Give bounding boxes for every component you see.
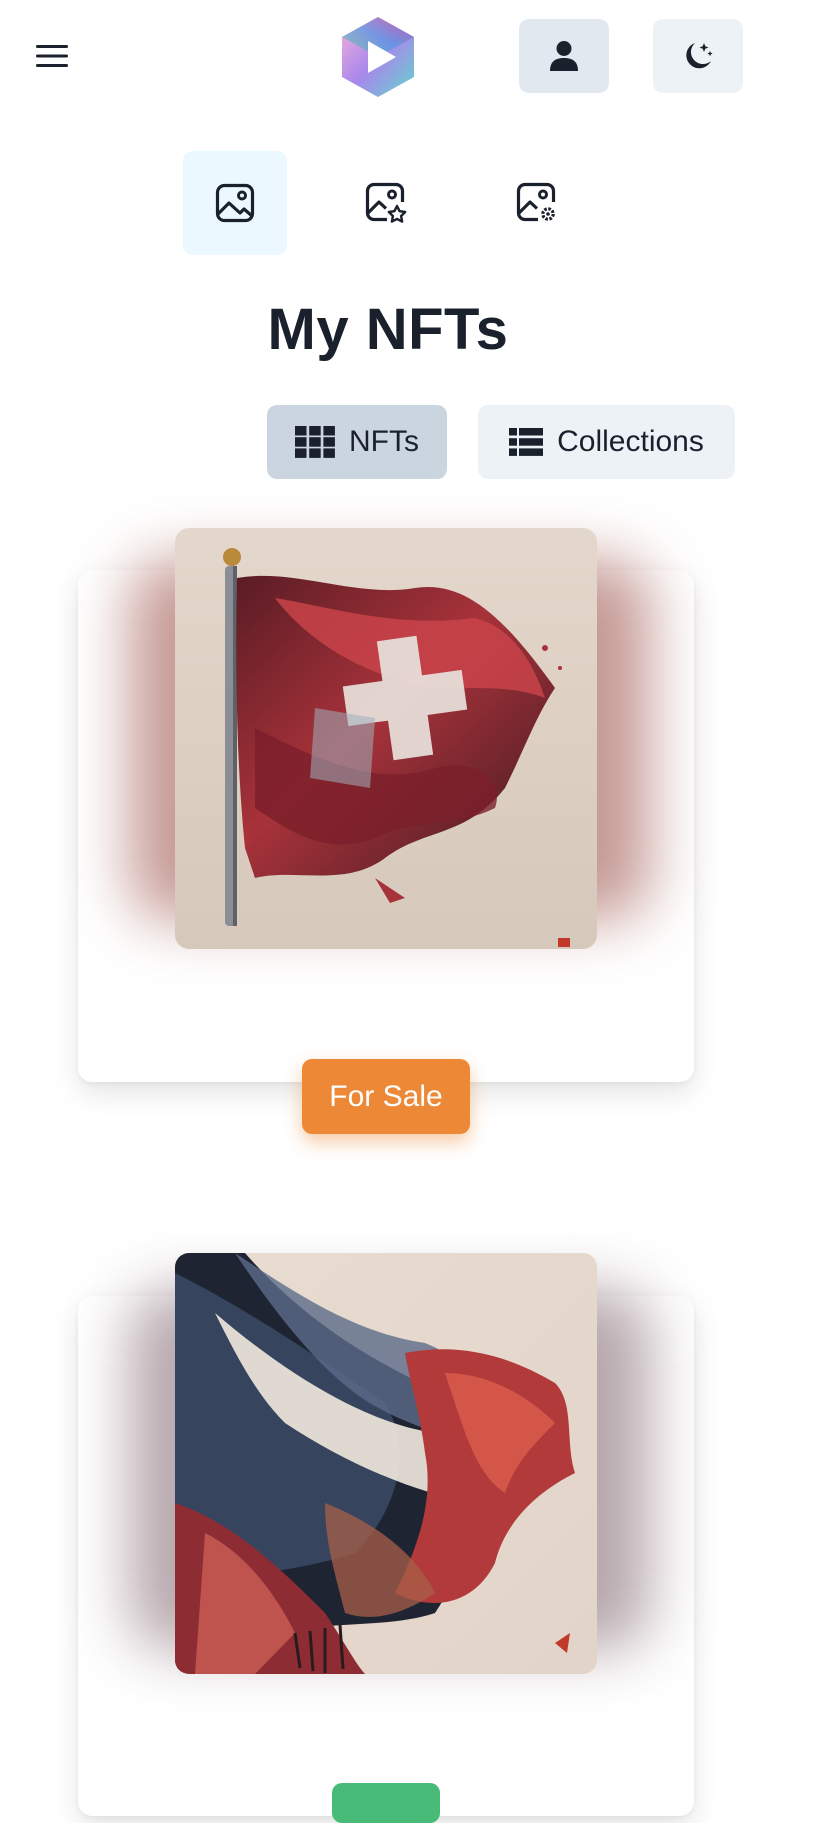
theme-toggle-button[interactable] [653, 19, 743, 93]
waving-flag-painting [175, 1253, 597, 1674]
for-sale-label: For Sale [329, 1079, 443, 1113]
for-sale-button[interactable]: For Sale [302, 1059, 470, 1134]
view-collections-label: Collections [557, 425, 704, 458]
view-nfts-button[interactable]: NFTs [267, 405, 447, 479]
grid-icon [295, 426, 335, 458]
nft-artwork-image[interactable] [175, 1253, 597, 1674]
page-title: My NFTs [267, 297, 509, 362]
hamburger-icon [36, 45, 68, 67]
app-logo[interactable] [338, 15, 418, 99]
moon-stars-icon [686, 43, 713, 69]
swiss-flag-painting [175, 528, 597, 949]
tab-manage-nfts[interactable] [485, 151, 589, 255]
tab-favorite-nfts[interactable] [334, 151, 438, 255]
user-profile-button[interactable] [519, 19, 609, 93]
list-icon [509, 428, 544, 456]
tab-my-nfts[interactable] [183, 151, 287, 255]
user-icon [550, 41, 578, 71]
play-cube-logo [342, 17, 414, 97]
image-gear-icon [516, 182, 556, 222]
nft-artwork-image[interactable] [175, 528, 597, 949]
image-star-icon [365, 182, 407, 223]
view-nfts-label: NFTs [349, 425, 419, 458]
image-icon [215, 183, 255, 223]
card-action-button[interactable] [332, 1783, 440, 1823]
view-collections-button[interactable]: Collections [478, 405, 735, 479]
menu-button[interactable] [28, 36, 76, 76]
